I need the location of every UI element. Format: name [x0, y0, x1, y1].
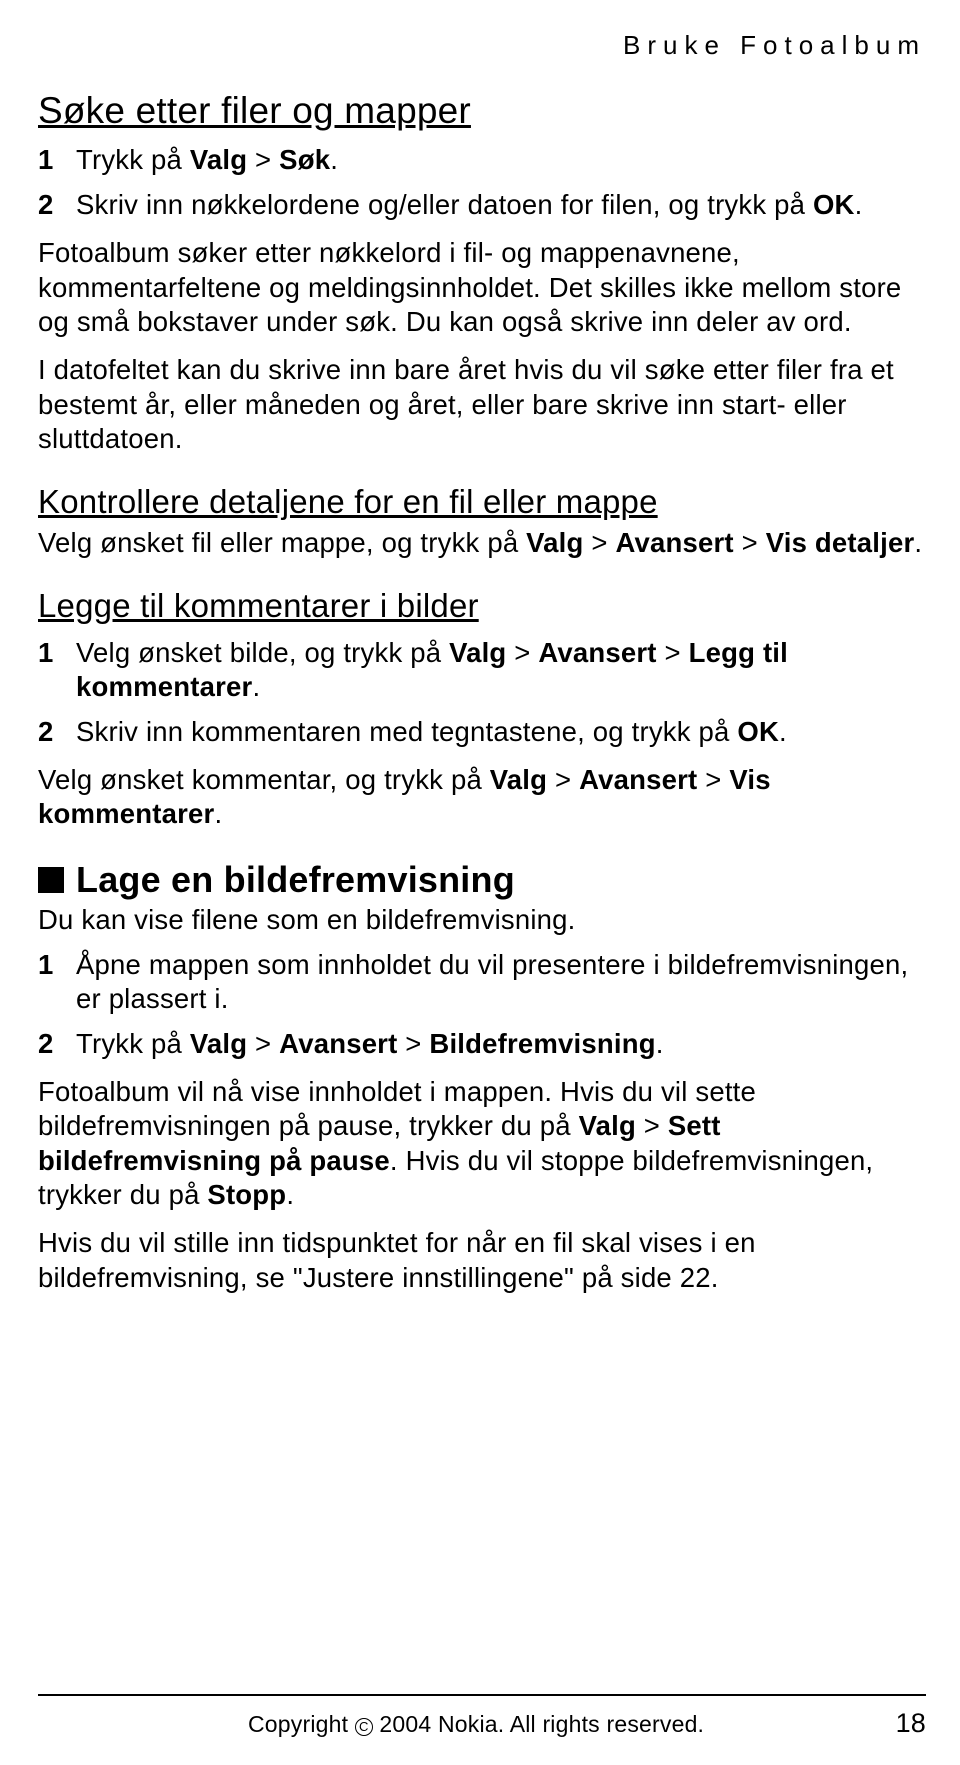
heading-slideshow: Lage en bildefremvisning: [38, 860, 930, 900]
document-page: Bruke Fotoalbum Søke etter filer og mapp…: [0, 0, 960, 1765]
step-number: 2: [38, 1027, 62, 1061]
heading-search-files: Søke etter filer og mapper: [38, 89, 930, 133]
list-item: 2 Trykk på Valg > Avansert > Bildefremvi…: [38, 1027, 930, 1061]
list-item: 1 Velg ønsket bilde, og trykk på Valg > …: [38, 636, 930, 705]
heading-text: Lage en bildefremvisning: [76, 860, 515, 900]
step-number: 1: [38, 143, 62, 177]
list-item: 2 Skriv inn nøkkelordene og/eller datoen…: [38, 188, 930, 222]
copyright-text: Copyright C 2004 Nokia. All rights reser…: [248, 1711, 704, 1738]
page-number: 18: [896, 1708, 926, 1739]
copyright-icon: C: [355, 1718, 373, 1736]
paragraph: Hvis du vil stille inn tidspunktet for n…: [38, 1226, 930, 1295]
bold-valg: Valg: [190, 144, 247, 175]
list-item: 1 Trykk på Valg > Søk.: [38, 143, 930, 177]
step-text: Åpne mappen som innholdet du vil present…: [76, 948, 930, 1017]
footer-divider: [38, 1694, 926, 1696]
paragraph: Fotoalbum søker etter nøkkelord i fil- o…: [38, 236, 930, 339]
running-header: Bruke Fotoalbum: [38, 30, 930, 61]
paragraph: Du kan vise filene som en bildefremvisni…: [38, 903, 930, 937]
step-text: Skriv inn kommentaren med tegntastene, o…: [76, 715, 930, 749]
paragraph: Fotoalbum vil nå vise innholdet i mappen…: [38, 1075, 930, 1213]
step-text: Skriv inn nøkkelordene og/eller datoen f…: [76, 188, 930, 222]
step-number: 1: [38, 948, 62, 1017]
list-item: 2 Skriv inn kommentaren med tegntastene,…: [38, 715, 930, 749]
step-number: 2: [38, 715, 62, 749]
heading-add-comments: Legge til kommentarer i bilder: [38, 586, 930, 626]
paragraph: Velg ønsket kommentar, og trykk på Valg …: [38, 763, 930, 832]
bold-ok: OK: [813, 189, 855, 220]
square-bullet-icon: [38, 867, 64, 893]
step-text: Velg ønsket bilde, og trykk på Valg > Av…: [76, 636, 930, 705]
list-item: 1 Åpne mappen som innholdet du vil prese…: [38, 948, 930, 1017]
step-text: Trykk på Valg > Søk.: [76, 143, 930, 177]
page-footer: Copyright C 2004 Nokia. All rights reser…: [0, 1694, 960, 1739]
step-number: 1: [38, 636, 62, 705]
paragraph: I datofeltet kan du skrive inn bare året…: [38, 353, 930, 456]
step-number: 2: [38, 188, 62, 222]
paragraph: Velg ønsket fil eller mappe, og trykk på…: [38, 526, 930, 560]
heading-check-details: Kontrollere detaljene for en fil eller m…: [38, 482, 930, 522]
bold-sok: Søk: [279, 144, 330, 175]
step-text: Trykk på Valg > Avansert > Bildefremvisn…: [76, 1027, 930, 1061]
